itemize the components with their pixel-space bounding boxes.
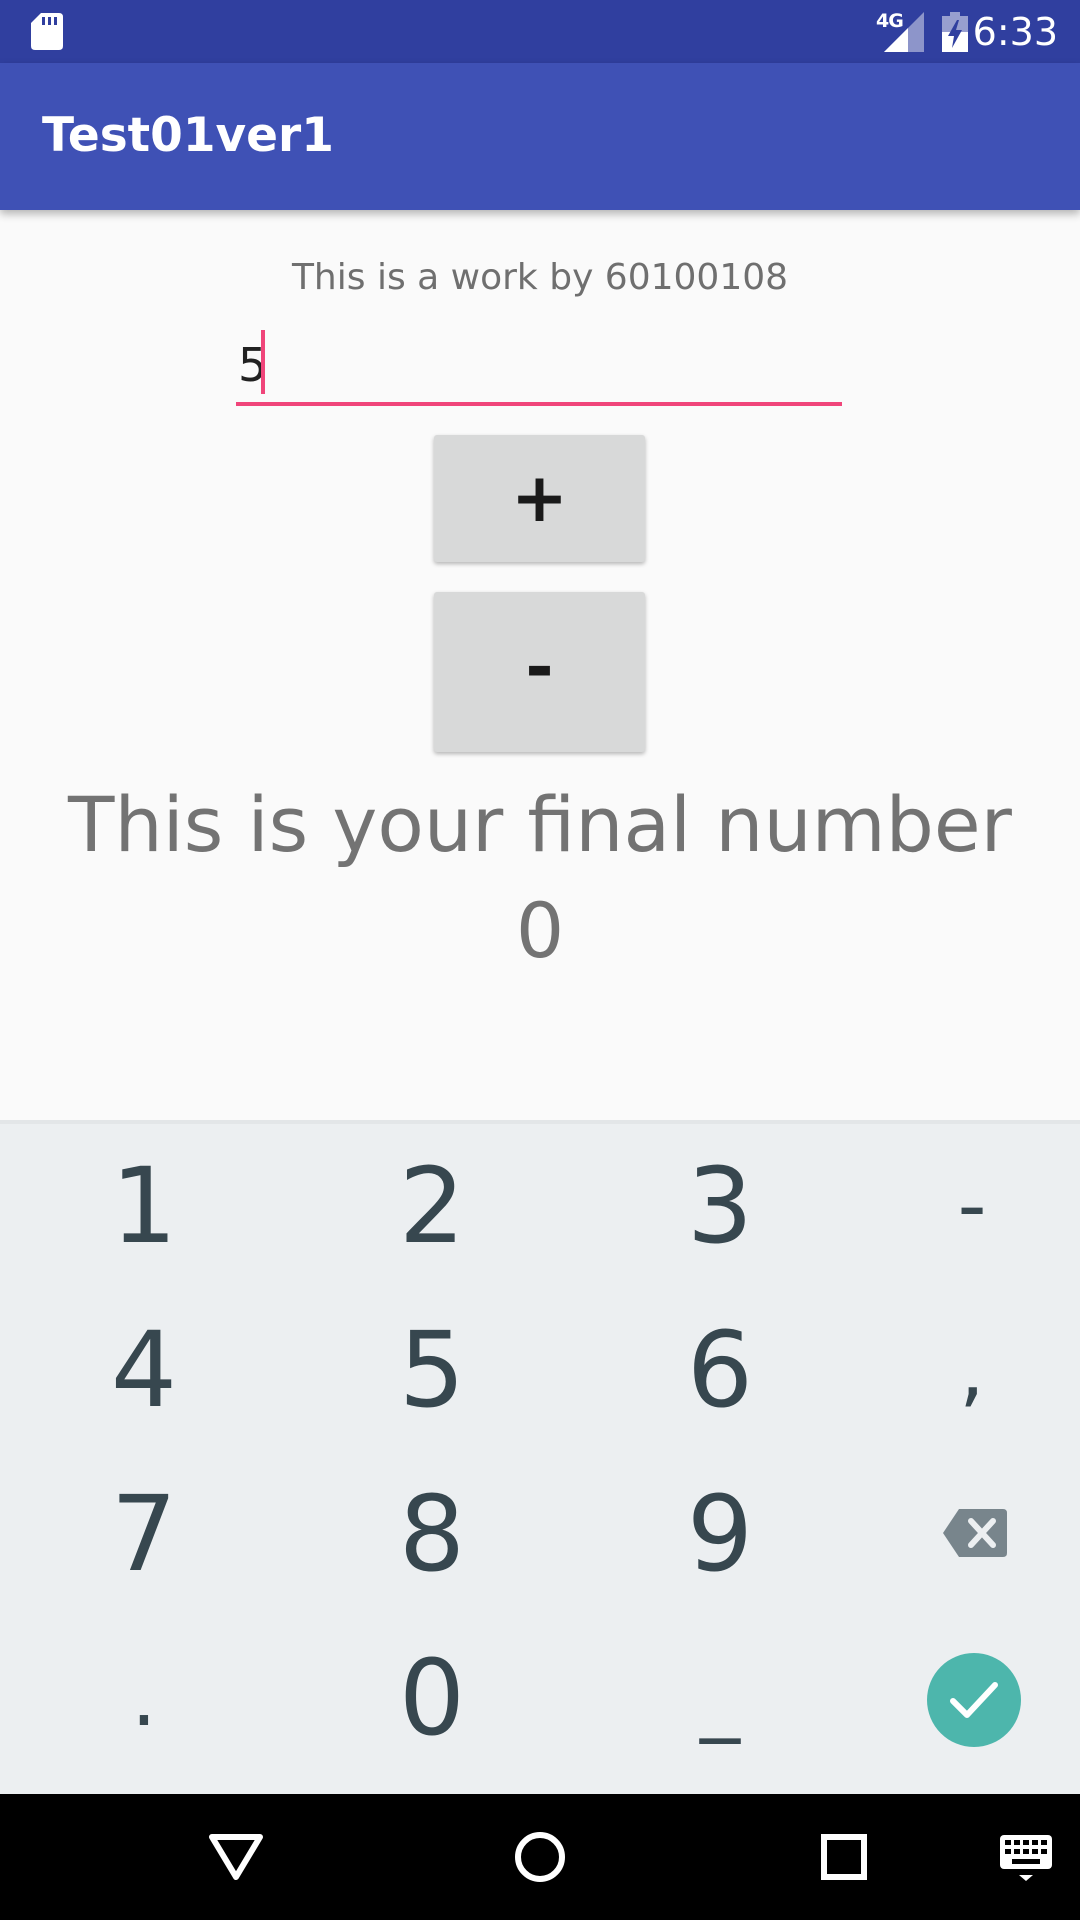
final-number-label: This is your final number [68, 780, 1012, 869]
sd-card-icon [31, 13, 63, 50]
text-caret [261, 330, 265, 394]
recents-icon[interactable] [804, 1817, 884, 1897]
battery-charging-icon [942, 12, 968, 52]
number-input-field[interactable]: 5 [236, 322, 842, 406]
key-1[interactable]: 1 [9, 1124, 279, 1288]
key-backspace[interactable] [837, 1452, 1080, 1616]
done-button [927, 1653, 1021, 1747]
key-9[interactable]: 9 [585, 1452, 855, 1616]
key-8[interactable]: 8 [297, 1452, 567, 1616]
key-minus[interactable]: - [837, 1124, 1080, 1288]
back-icon[interactable] [196, 1817, 276, 1897]
numeric-keyboard: 1 2 3 - 4 5 6 , 7 8 9 . 0 _ [0, 1120, 1080, 1794]
backspace-icon [943, 1509, 1007, 1557]
network-type-label: 4G [876, 10, 904, 32]
checkmark-icon [950, 1682, 998, 1718]
plus-button[interactable]: + [434, 435, 645, 562]
app-bar: Test01ver1 [0, 63, 1080, 210]
status-clock: 6:33 [972, 10, 1058, 54]
screen: 4G 6:33 Test01ver1 This is a work by 601… [0, 0, 1080, 1920]
key-underscore[interactable]: _ [585, 1616, 855, 1780]
key-done[interactable] [837, 1616, 1080, 1780]
final-number-value: 0 [515, 886, 565, 975]
app-title: Test01ver1 [42, 108, 334, 163]
home-icon[interactable] [500, 1817, 580, 1897]
key-comma[interactable]: , [837, 1288, 1080, 1452]
key-7[interactable]: 7 [9, 1452, 279, 1616]
key-2[interactable]: 2 [297, 1124, 567, 1288]
key-3[interactable]: 3 [585, 1124, 855, 1288]
key-6[interactable]: 6 [585, 1288, 855, 1452]
key-5[interactable]: 5 [297, 1288, 567, 1452]
minus-button[interactable]: - [434, 592, 645, 752]
author-text: This is a work by 60100108 [291, 257, 789, 298]
key-period[interactable]: . [9, 1616, 279, 1780]
status-bar: 4G 6:33 [0, 0, 1080, 63]
navigation-bar [0, 1794, 1080, 1920]
key-4[interactable]: 4 [9, 1288, 279, 1452]
key-0[interactable]: 0 [297, 1616, 567, 1780]
keyboard-switch-icon[interactable] [986, 1817, 1066, 1897]
